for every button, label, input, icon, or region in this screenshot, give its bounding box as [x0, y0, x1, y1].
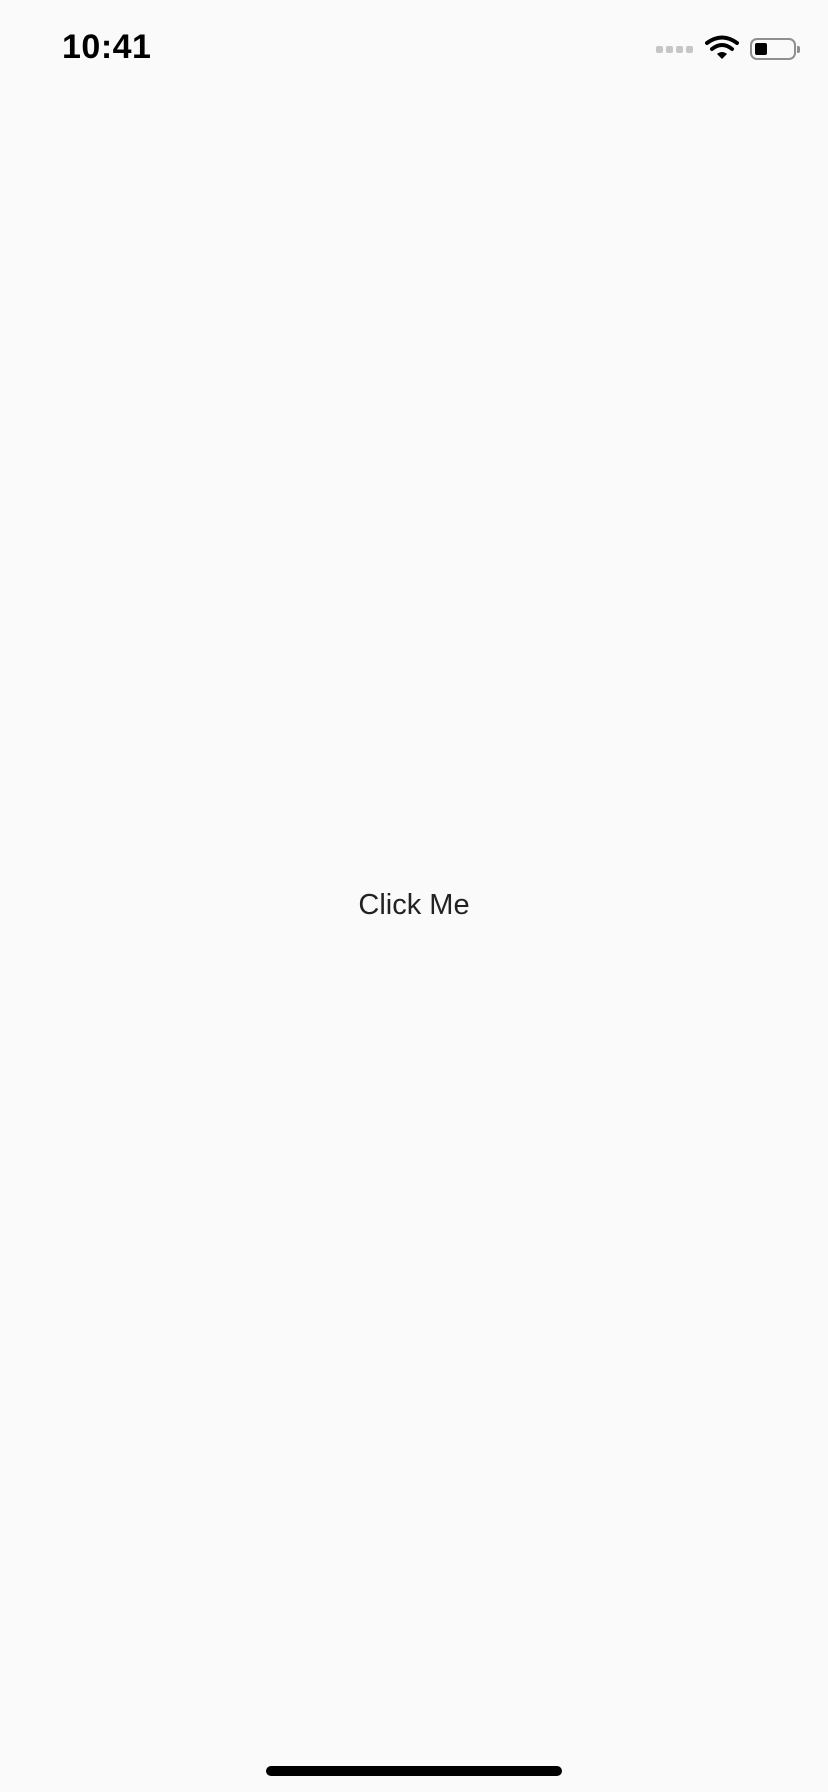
status-bar: 10:41	[0, 0, 828, 100]
battery-level	[755, 43, 767, 55]
signal-bars-icon	[656, 45, 696, 53]
home-indicator[interactable]	[266, 1766, 562, 1776]
battery-cap	[797, 46, 800, 53]
signal-dot	[686, 45, 693, 53]
status-time: 10:41	[62, 28, 152, 66]
signal-dot	[656, 45, 663, 53]
status-icons	[656, 34, 800, 64]
signal-dot	[666, 45, 673, 53]
signal-dot	[676, 45, 683, 53]
battery-icon	[750, 38, 800, 60]
app-screen: 10:41 Click Me	[0, 0, 828, 1792]
wifi-icon	[705, 35, 739, 59]
click-me-button[interactable]: Click Me	[314, 870, 514, 940]
